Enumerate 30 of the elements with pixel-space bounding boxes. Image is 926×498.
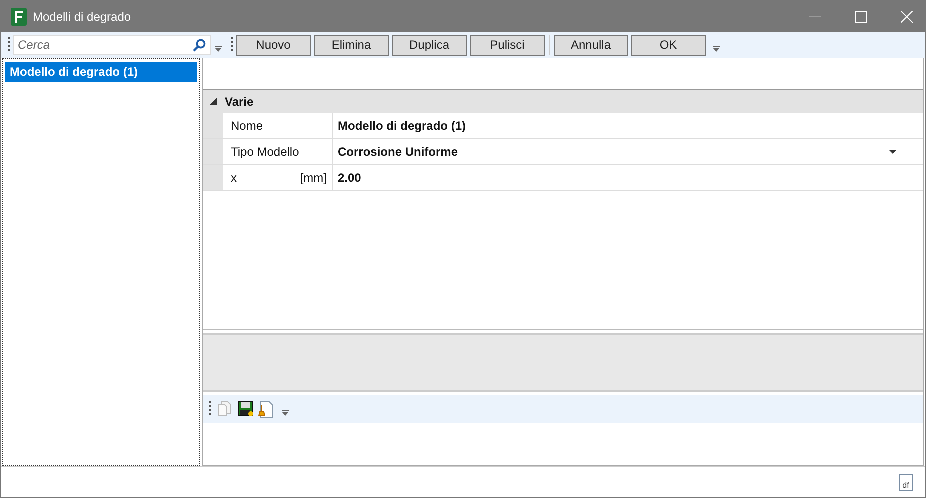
category-label: Varie (225, 94, 254, 108)
clear-document-icon[interactable] (258, 400, 274, 418)
search-field[interactable]: Cerca (13, 35, 211, 55)
toolbar-button[interactable]: Annulla (554, 34, 628, 56)
overflow-icon[interactable] (215, 46, 222, 52)
search-icon (193, 39, 206, 52)
toolbar-button[interactable]: Duplica (392, 34, 467, 56)
property-value[interactable]: Modello di degrado (1) (338, 118, 466, 132)
file-icon-label: df (902, 480, 910, 490)
file-icon[interactable]: df (899, 474, 913, 490)
toolbar-button[interactable]: Nuovo (236, 34, 311, 56)
property-value[interactable]: Corrosione Uniforme (338, 144, 458, 158)
property-name: x (231, 170, 237, 184)
save-icon[interactable] (238, 401, 254, 417)
toolbar-button[interactable]: Elimina (314, 34, 389, 56)
property-name: Tipo Modello (231, 144, 300, 158)
property-name: Nome (231, 118, 264, 132)
dropdown-arrow-icon[interactable] (889, 150, 897, 154)
overflow-icon[interactable] (713, 46, 720, 52)
property-unit: [mm] (300, 170, 327, 184)
collapse-icon[interactable] (210, 98, 217, 105)
window-title: Modelli di degrado (33, 10, 132, 24)
maximize-icon[interactable] (855, 10, 867, 22)
toolbar-button[interactable]: OK (631, 34, 706, 56)
app-icon (11, 8, 27, 26)
overflow-icon[interactable] (282, 410, 289, 416)
toolbar-button[interactable]: Pulisci (470, 34, 545, 56)
close-icon[interactable] (901, 10, 913, 22)
sidebar-item[interactable]: Modello di degrado (1) (5, 62, 197, 82)
property-value[interactable]: 2.00 (338, 170, 362, 184)
